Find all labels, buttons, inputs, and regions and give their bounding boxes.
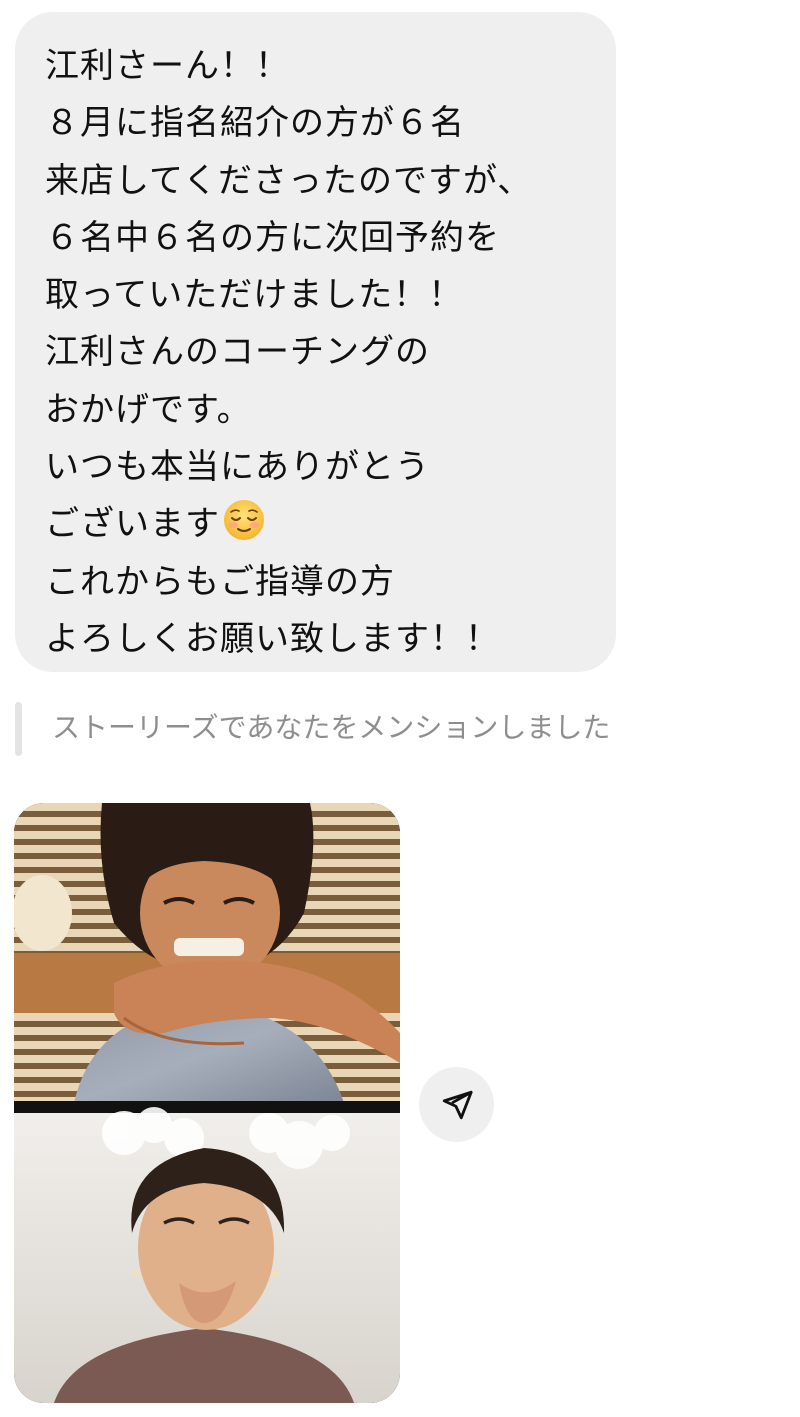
message-line: よろしくお願い致します！！ [45,618,500,659]
story-image [14,803,400,1403]
paper-plane-icon [442,1090,473,1119]
message-line: ６名中６名の方に次回予約を [45,217,500,258]
message-line: これからもご指導の方 [45,561,395,602]
share-button[interactable] [419,1067,494,1142]
message-line: いつも本当にありがとう [45,447,430,488]
message-line: 江利さんのコーチングの [45,332,430,373]
video-bottom-woman [14,1107,400,1403]
message-line: 取っていただけました！！ [45,275,464,316]
message-line: 来店してくださったのですが、 [45,160,533,201]
message-line: 江利さーん！！ [45,46,290,86]
message-line-text: ございます [45,504,220,545]
message-line: ８月に指名紹介の方が６名 [45,103,465,144]
story-mention-label: ストーリーズであなたをメンションしました [52,711,611,744]
message-bubble[interactable]: 江利さーん！！ ８月に指名紹介の方が６名 来店してくださったのですが、 ６名中６… [15,12,616,672]
message-line: おかげです。 [45,389,252,430]
relieved-face-icon [224,500,264,541]
story-preview[interactable] [14,803,400,1403]
message-line-with-emoji: ございます [45,496,596,553]
mention-quote-bar [15,702,22,756]
video-top-man [14,803,400,1103]
